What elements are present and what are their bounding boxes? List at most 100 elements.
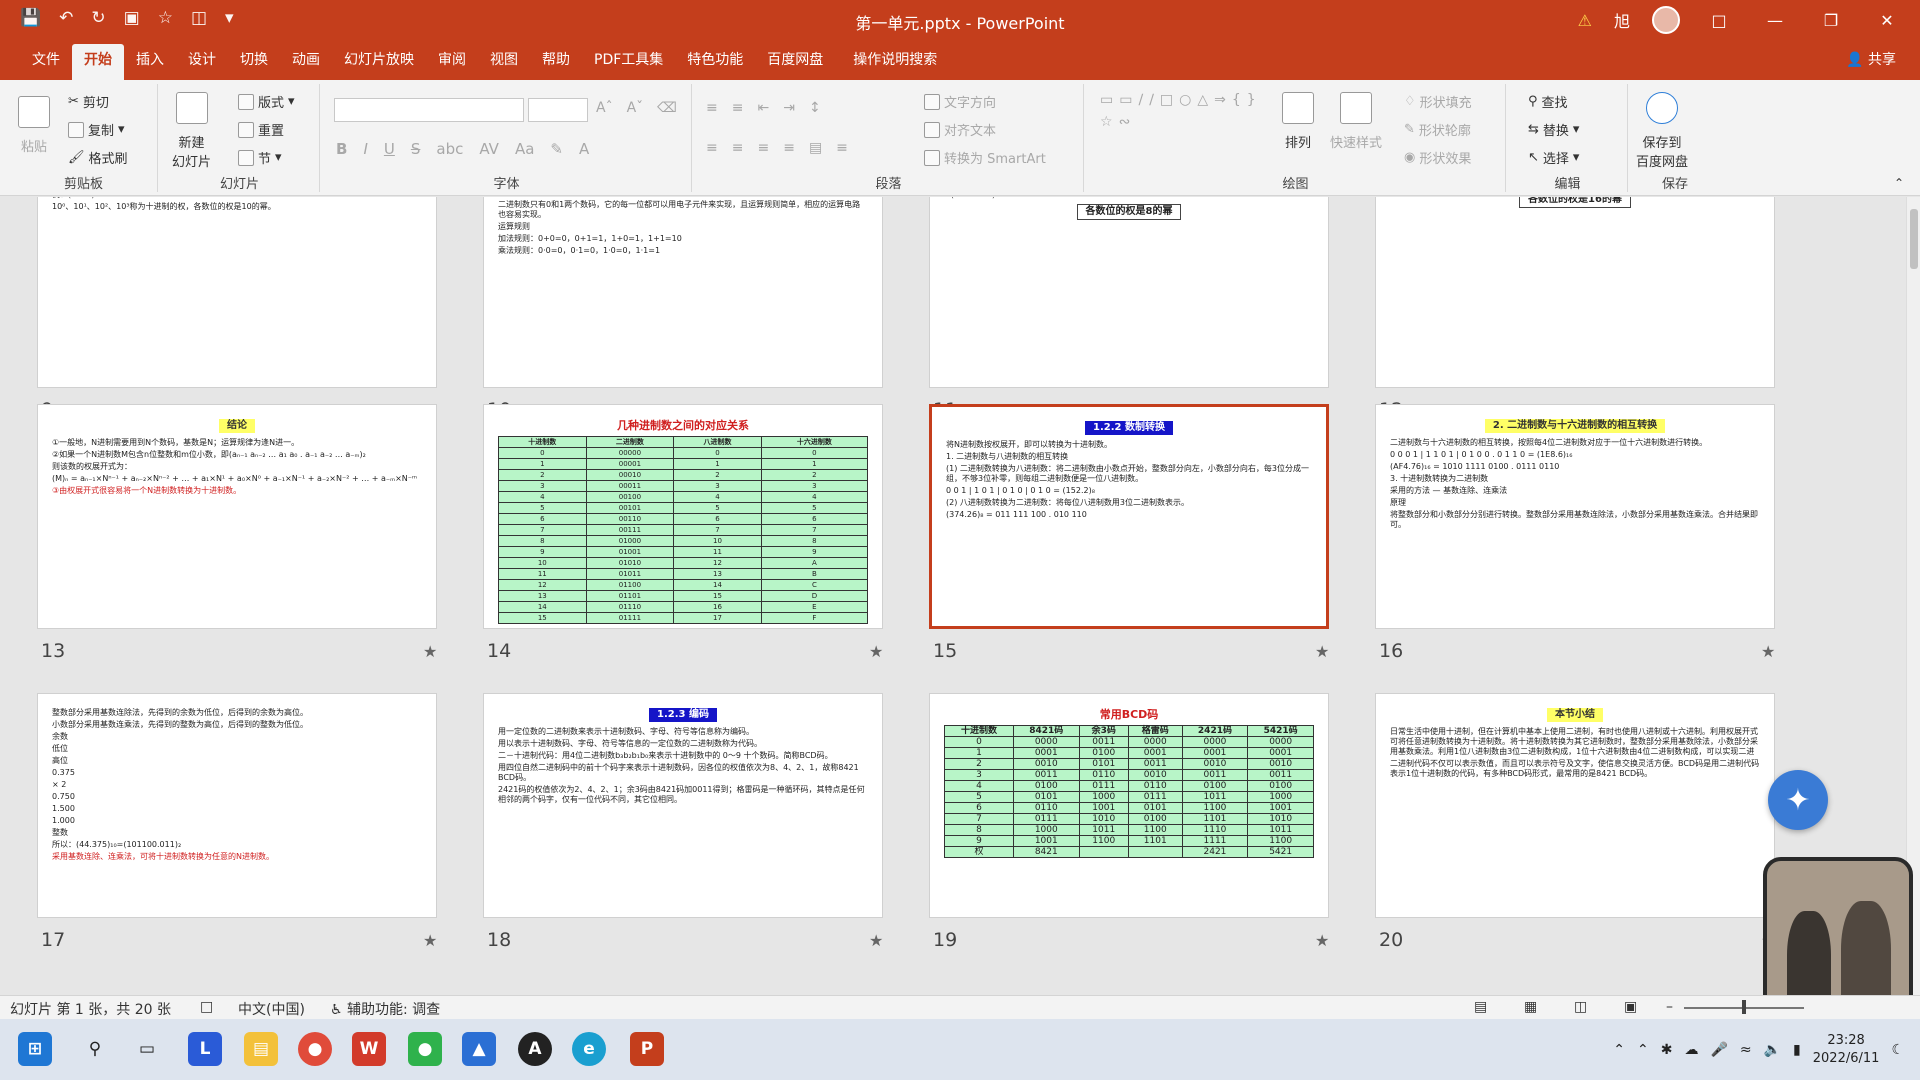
align-right-icon[interactable]: ≡ [757, 140, 769, 156]
slideshow-view-icon[interactable]: ▣ [1624, 999, 1637, 1015]
quick-styles-button[interactable]: 快速样式 [1330, 92, 1382, 151]
tab-9[interactable]: 帮助 [530, 44, 582, 80]
decrease-indent-icon[interactable]: ⇤ [757, 100, 769, 116]
warning-icon[interactable]: ⚠ [1578, 11, 1592, 30]
paste-button[interactable]: 粘贴 [18, 96, 50, 155]
slide-thumbnail-14[interactable]: 几种进制数之间的对应关系 十进制数 二进制数 八进制数 十六进制数 0 00000 0 0 1 00… [483, 404, 883, 629]
floating-bird-icon[interactable]: ✦ [1768, 770, 1828, 830]
tab-7[interactable]: 审阅 [426, 44, 478, 80]
distribute-icon[interactable]: ≡ [836, 140, 848, 156]
normal-view-icon[interactable]: ▤ [1474, 999, 1487, 1015]
chrome-icon[interactable]: ● [298, 1032, 332, 1066]
volume-icon[interactable]: 🔈 [1764, 1042, 1781, 1058]
align-center-icon[interactable]: ≡ [732, 140, 744, 156]
slide-transition-star-icon[interactable]: ★ [869, 931, 883, 950]
tab-2[interactable]: 插入 [124, 44, 176, 80]
bullets-icon[interactable]: ≡ [706, 100, 718, 116]
tab-4[interactable]: 切换 [228, 44, 280, 80]
slide-thumbnail-13[interactable]: 结论 ①一般地，N进制需要用到N个数码，基数是N；运算规律为逢N进一。 ②如果一个N… [37, 404, 437, 629]
edge-icon[interactable]: e [572, 1032, 606, 1066]
text-direction-button[interactable]: 文字方向 [924, 92, 996, 111]
shape-outline-button[interactable]: ✎ 形状轮廓 [1404, 120, 1471, 139]
file-explorer-icon[interactable]: ▤ [244, 1032, 278, 1066]
slide-thumbnail-12[interactable]: 如：(D8.A)₁₆ = 13×16¹+8×16⁰+10×16⁻¹=(216.6… [1375, 197, 1775, 388]
minimize-icon[interactable]: — [1758, 11, 1792, 30]
copy-button[interactable]: 复制 ▾ [68, 120, 125, 139]
user-name[interactable]: 旭 [1614, 8, 1630, 32]
numbering-icon[interactable]: ≡ [732, 100, 744, 116]
tab-6[interactable]: 幻灯片放映 [332, 44, 426, 80]
save-baidu-button[interactable]: 保存到 百度网盘 [1636, 92, 1688, 170]
slide-thumbnail-20[interactable]: 本节小结 日常生活中使用十进制，但在计算机中基本上使用二进制，有时也使用八进制或十… [1375, 693, 1775, 918]
section-button[interactable]: 节 ▾ [238, 148, 282, 167]
reset-button[interactable]: 重置 [238, 120, 284, 139]
tab-1[interactable]: 开始 [72, 44, 124, 80]
decrease-font-icon[interactable]: Aˇ [627, 100, 644, 116]
font-name-input[interactable] [334, 98, 524, 122]
bluetooth-icon[interactable]: ✱ [1661, 1042, 1673, 1058]
tab-10[interactable]: PDF工具集 [582, 44, 675, 80]
slide-count-status[interactable]: 幻灯片 第 1 张，共 20 张 [10, 999, 171, 1019]
photos-icon[interactable]: ▲ [462, 1032, 496, 1066]
cut-button[interactable]: ✂ 剪切 [68, 92, 109, 111]
zoom-slider-thumb[interactable] [1742, 1000, 1746, 1014]
slide-transition-star-icon[interactable]: ★ [423, 931, 437, 950]
tab-8[interactable]: 视图 [478, 44, 530, 80]
shapes-gallery[interactable]: ▭ ▭ ∕ ∕ □ ○ △ ⇒ {} ☆ ∾ [1100, 92, 1260, 130]
share-button[interactable]: 👤 共享 [1846, 44, 1920, 80]
increase-font-icon[interactable]: Aˆ [596, 100, 613, 116]
chevron-up-icon[interactable]: ⌃ [1613, 1042, 1625, 1058]
line-spacing-icon[interactable]: ↕ [809, 100, 821, 116]
increase-indent-icon[interactable]: ⇥ [783, 100, 795, 116]
tab-12[interactable]: 百度网盘 [755, 44, 835, 80]
shape-effects-button[interactable]: ◉ 形状效果 [1404, 148, 1471, 167]
smartart-button[interactable]: 转换为 SmartArt [924, 148, 1046, 167]
shape-fill-button[interactable]: ♢ 形状填充 [1404, 92, 1472, 111]
accessibility-status[interactable]: ♿ 辅助功能: 调查 [330, 999, 440, 1019]
powerpoint-icon[interactable]: P [630, 1032, 664, 1066]
slide-thumbnail-16[interactable]: 2. 二进制数与十六进制数的相互转换 二进制数与十六进制数的相互转换，按照每4位二… [1375, 404, 1775, 629]
slide-transition-star-icon[interactable]: ★ [1761, 642, 1775, 661]
slide-transition-star-icon[interactable]: ★ [1315, 931, 1329, 950]
tray-expand-icon[interactable]: ⌃ [1637, 1042, 1649, 1058]
restore-icon[interactable]: ❐ [1814, 11, 1848, 30]
new-slide-button[interactable]: 新建 幻灯片 [172, 92, 211, 170]
change-case-icon[interactable]: Aa [515, 140, 534, 158]
font-color-icon[interactable]: A [579, 140, 589, 158]
align-left-icon[interactable]: ≡ [706, 140, 718, 156]
highlight-icon[interactable]: ✎ [550, 140, 563, 158]
replace-button[interactable]: ⇆ 替换 ▾ [1528, 120, 1579, 139]
cloud-tray-icon[interactable]: ☁ [1684, 1042, 1698, 1058]
justify-icon[interactable]: ≡ [783, 140, 795, 156]
notification-icon[interactable]: ☾ [1891, 1042, 1904, 1058]
search-taskbar-icon[interactable]: ⚲ [78, 1032, 112, 1066]
italic-icon[interactable]: I [363, 140, 367, 158]
windows-start-icon[interactable]: ⊞ [18, 1032, 52, 1066]
tab-3[interactable]: 设计 [176, 44, 228, 80]
wps-icon[interactable]: W [352, 1032, 386, 1066]
slide-transition-star-icon[interactable]: ★ [1315, 642, 1329, 661]
select-button[interactable]: ↖ 选择 ▾ [1528, 148, 1579, 167]
collapse-ribbon-icon[interactable]: ⌃ [1894, 176, 1904, 190]
slide-thumbnail-15[interactable]: 1.2.2 数制转换 将N进制数按权展开，即可以转换为十进制数。 1. 二进制数与八… [929, 404, 1329, 629]
shadow-icon[interactable]: abc [436, 140, 463, 158]
slide-thumbnail-10[interactable]: 各数位的权是 2 的幂二进制数只有0和1两个数码，它的每一位都可以用电子元件来实… [483, 197, 883, 388]
layout-button[interactable]: 版式 ▾ [238, 92, 295, 111]
find-button[interactable]: ⚲ 查找 [1528, 92, 1568, 111]
tab-0[interactable]: 文件 [20, 44, 72, 80]
slide-thumbnail-11[interactable]: 如：(207.04)₈ =2×8²+0×8¹+7×8⁰+0×8⁻¹+4×8⁻²=… [929, 197, 1329, 388]
slide-thumbnail-9[interactable]: 同样的数码在不同的数位上代表的数值不同。例：(5555)₁₀=5×10³+5×1… [37, 197, 437, 388]
app-l-icon[interactable]: L [188, 1032, 222, 1066]
slide-thumbnail-18[interactable]: 1.2.3 编码 用一定位数的二进制数来表示十进制数码、字母、符号等信息称为编码。… [483, 693, 883, 918]
clock[interactable]: 23:28 2022/6/11 [1813, 1032, 1880, 1068]
scrollbar-thumb[interactable] [1910, 209, 1918, 269]
clear-format-icon[interactable]: ⌫ [657, 100, 677, 116]
app-a-icon[interactable]: A [518, 1032, 552, 1066]
tab-11[interactable]: 特色功能 [675, 44, 755, 80]
sorter-view-icon[interactable]: ▦ [1524, 999, 1537, 1015]
bold-icon[interactable]: B [336, 140, 347, 158]
arrange-button[interactable]: 排列 [1282, 92, 1314, 151]
slide-transition-star-icon[interactable]: ★ [869, 642, 883, 661]
battery-icon[interactable]: ▮ [1793, 1042, 1801, 1058]
strikethrough-icon[interactable]: S [411, 140, 421, 158]
